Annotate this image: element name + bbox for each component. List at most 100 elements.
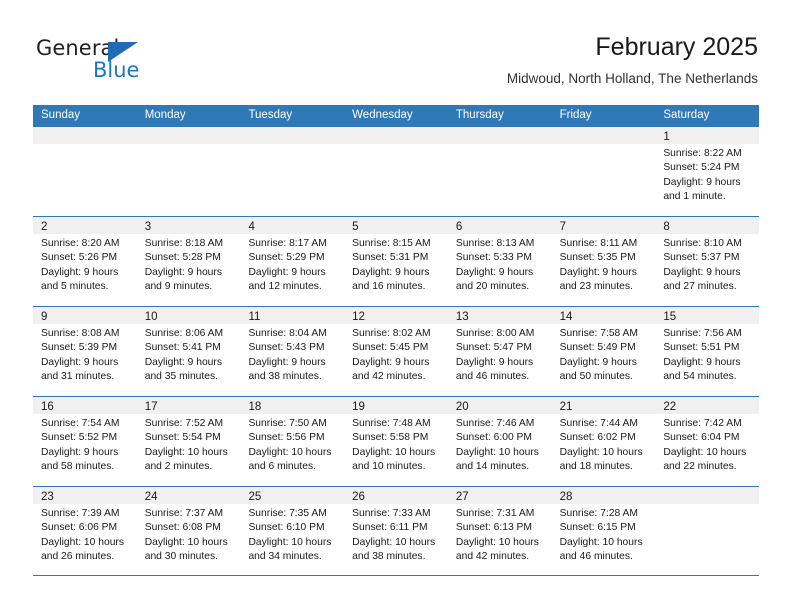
day-cell[interactable]: 19 Sunrise: 7:48 AM Sunset: 5:58 PM Dayligh…: [344, 397, 448, 486]
day-cell[interactable]: 11 Sunrise: 8:04 AM Sunset: 5:43 PM Dayligh…: [240, 307, 345, 396]
daylight-text-line2: and 30 minutes.: [144, 550, 218, 562]
day-number-bar: 8: [655, 217, 760, 234]
sunset-text: Sunset: 6:02 PM: [559, 432, 636, 444]
daylight-text-line1: Daylight: 9 hours: [352, 356, 430, 368]
weekday-wednesday: Wednesday: [352, 109, 413, 121]
day-number: 1: [663, 131, 670, 143]
day-cell[interactable]: 22 Sunrise: 7:42 AM Sunset: 6:04 PM Dayligh…: [655, 397, 760, 486]
daylight-text-line1: Daylight: 9 hours: [248, 356, 326, 368]
day-cell[interactable]: 5 Sunrise: 8:15 AM Sunset: 5:31 PM Daylight…: [344, 217, 448, 306]
sunset-text: Sunset: 5:51 PM: [663, 342, 740, 354]
day-cell[interactable]: 10 Sunrise: 8:06 AM Sunset: 5:41 PM Dayligh…: [136, 307, 241, 396]
day-details: Sunrise: 7:37 AM Sunset: 6:08 PM Daylight:…: [137, 504, 241, 564]
daylight-text-line2: and 46 minutes.: [559, 550, 633, 562]
day-number: 23: [41, 491, 54, 503]
daylight-text-line2: and 14 minutes.: [455, 460, 530, 472]
sunrise-text: Sunrise: 7:48 AM: [352, 418, 431, 429]
daylight-text-line2: and 26 minutes.: [41, 550, 115, 562]
day-cell[interactable]: 17 Sunrise: 7:52 AM Sunset: 5:54 PM Dayligh…: [136, 397, 241, 486]
daylight-text-line1: Daylight: 9 hours: [144, 266, 222, 278]
day-number: 14: [559, 311, 573, 323]
brand-logo[interactable]: General Blue: [36, 36, 256, 92]
week-row: 2 Sunrise: 8:20 AM Sunset: 5:26 PM Daylight…: [33, 216, 760, 306]
sunset-text: Sunset: 5:58 PM: [352, 432, 429, 444]
day-cell[interactable]: [136, 127, 241, 216]
day-cell[interactable]: [551, 127, 656, 216]
day-cell[interactable]: 27 Sunrise: 7:31 AM Sunset: 6:13 PM Dayligh…: [447, 487, 552, 575]
day-cell[interactable]: 9 Sunrise: 8:08 AM Sunset: 5:39 PM Daylight…: [33, 307, 137, 396]
sunrise-text: Sunrise: 8:22 AM: [663, 148, 742, 159]
daylight-text-line2: and 50 minutes.: [559, 370, 633, 382]
sunrise-text: Sunrise: 7:44 AM: [559, 418, 639, 429]
day-number: 26: [352, 491, 365, 503]
day-number: 18: [248, 401, 262, 413]
day-details: [137, 144, 241, 147]
brand-name-blue: Blue: [93, 58, 140, 82]
daylight-text-line2: and 31 minutes.: [41, 370, 115, 382]
day-cell[interactable]: 4 Sunrise: 8:17 AM Sunset: 5:29 PM Daylight…: [240, 217, 345, 306]
day-cell[interactable]: 18 Sunrise: 7:50 AM Sunset: 5:56 PM Dayligh…: [240, 397, 345, 486]
daylight-text-line1: Daylight: 10 hours: [144, 536, 228, 548]
day-cell[interactable]: 3 Sunrise: 8:18 AM Sunset: 5:28 PM Daylight…: [136, 217, 241, 306]
daylight-text-line1: Daylight: 10 hours: [455, 446, 539, 458]
day-cell[interactable]: [344, 127, 448, 216]
day-cell[interactable]: 24 Sunrise: 7:37 AM Sunset: 6:08 PM Dayligh…: [136, 487, 241, 575]
day-details: Sunrise: 8:06 AM Sunset: 5:41 PM Daylight:…: [137, 324, 241, 384]
day-details: Sunrise: 7:44 AM Sunset: 6:02 PM Daylight:…: [552, 414, 656, 474]
sunset-text: Sunset: 6:06 PM: [41, 522, 118, 534]
day-cell[interactable]: [655, 487, 760, 575]
day-cell[interactable]: 26 Sunrise: 7:33 AM Sunset: 6:11 PM Dayligh…: [344, 487, 448, 575]
day-number-bar: 27: [447, 487, 552, 504]
day-cell[interactable]: 2 Sunrise: 8:20 AM Sunset: 5:26 PM Daylight…: [33, 217, 137, 306]
day-details: Sunrise: 7:58 AM Sunset: 5:49 PM Daylight:…: [552, 324, 656, 384]
day-number-bar: [136, 127, 241, 144]
day-number-bar: [33, 127, 137, 144]
day-cell[interactable]: 15 Sunrise: 7:56 AM Sunset: 5:51 PM Dayligh…: [655, 307, 760, 396]
day-details: [448, 144, 552, 147]
day-cell[interactable]: 12 Sunrise: 8:02 AM Sunset: 5:45 PM Dayligh…: [344, 307, 448, 396]
weekday-friday: Friday: [559, 109, 592, 121]
day-details: Sunrise: 8:02 AM Sunset: 5:45 PM Daylight:…: [344, 324, 448, 384]
day-details: Sunrise: 8:20 AM Sunset: 5:26 PM Daylight:…: [33, 234, 137, 294]
day-cell[interactable]: [240, 127, 345, 216]
day-cell[interactable]: 14 Sunrise: 7:58 AM Sunset: 5:49 PM Dayligh…: [551, 307, 656, 396]
sunset-text: Sunset: 5:39 PM: [41, 342, 118, 354]
day-number: 9: [41, 311, 48, 323]
daylight-text-line1: Daylight: 10 hours: [248, 446, 332, 458]
daylight-text-line2: and 2 minutes.: [144, 460, 213, 472]
day-number: 10: [144, 311, 158, 323]
day-cell[interactable]: 6 Sunrise: 8:13 AM Sunset: 5:33 PM Daylight…: [447, 217, 552, 306]
day-number-bar: [240, 127, 345, 144]
day-number-bar: 1: [655, 127, 760, 144]
day-details: Sunrise: 7:54 AM Sunset: 5:52 PM Daylight:…: [33, 414, 137, 474]
day-cell[interactable]: 7 Sunrise: 8:11 AM Sunset: 5:35 PM Daylight…: [551, 217, 656, 306]
daylight-text-line1: Daylight: 10 hours: [352, 446, 436, 458]
day-cell[interactable]: 20 Sunrise: 7:46 AM Sunset: 6:00 PM Dayligh…: [447, 397, 552, 486]
daylight-text-line1: Daylight: 9 hours: [663, 356, 741, 368]
page-header: General Blue February 2025 Midwoud, Nort…: [0, 0, 792, 104]
day-cell[interactable]: 23 Sunrise: 7:39 AM Sunset: 6:06 PM Dayligh…: [33, 487, 137, 575]
day-cell[interactable]: [447, 127, 552, 216]
day-cell[interactable]: 1 Sunrise: 8:22 AM Sunset: 5:24 PM Daylight…: [655, 127, 760, 216]
day-details: Sunrise: 7:33 AM Sunset: 6:11 PM Daylight:…: [344, 504, 448, 564]
day-cell[interactable]: 28 Sunrise: 7:28 AM Sunset: 6:15 PM Dayligh…: [551, 487, 656, 575]
day-number: 15: [663, 311, 677, 323]
day-cell[interactable]: 21 Sunrise: 7:44 AM Sunset: 6:02 PM Dayligh…: [551, 397, 656, 486]
sunset-text: Sunset: 5:56 PM: [248, 432, 325, 444]
week-row: 16 Sunrise: 7:54 AM Sunset: 5:52 PM Dayligh…: [33, 396, 760, 486]
daylight-text-line2: and 27 minutes.: [663, 280, 737, 292]
day-cell[interactable]: [33, 127, 137, 216]
day-number: 8: [663, 221, 670, 233]
daylight-text-line1: Daylight: 10 hours: [559, 536, 643, 548]
daylight-text-line1: Daylight: 9 hours: [41, 446, 119, 458]
day-cell[interactable]: 16 Sunrise: 7:54 AM Sunset: 5:52 PM Dayligh…: [33, 397, 137, 486]
day-cell[interactable]: 13 Sunrise: 8:00 AM Sunset: 5:47 PM Dayligh…: [447, 307, 552, 396]
day-details: Sunrise: 8:18 AM Sunset: 5:28 PM Daylight:…: [137, 234, 241, 294]
day-cell[interactable]: 8 Sunrise: 8:10 AM Sunset: 5:37 PM Daylight…: [655, 217, 760, 306]
sunset-text: Sunset: 5:47 PM: [455, 342, 533, 354]
day-cell[interactable]: 25 Sunrise: 7:35 AM Sunset: 6:10 PM Dayligh…: [240, 487, 345, 575]
day-details: Sunrise: 8:04 AM Sunset: 5:43 PM Daylight:…: [240, 324, 344, 384]
sunset-text: Sunset: 5:37 PM: [663, 252, 740, 264]
day-details: Sunrise: 7:50 AM Sunset: 5:56 PM Daylight:…: [240, 414, 344, 474]
daylight-text-line2: and 42 minutes.: [455, 550, 530, 562]
